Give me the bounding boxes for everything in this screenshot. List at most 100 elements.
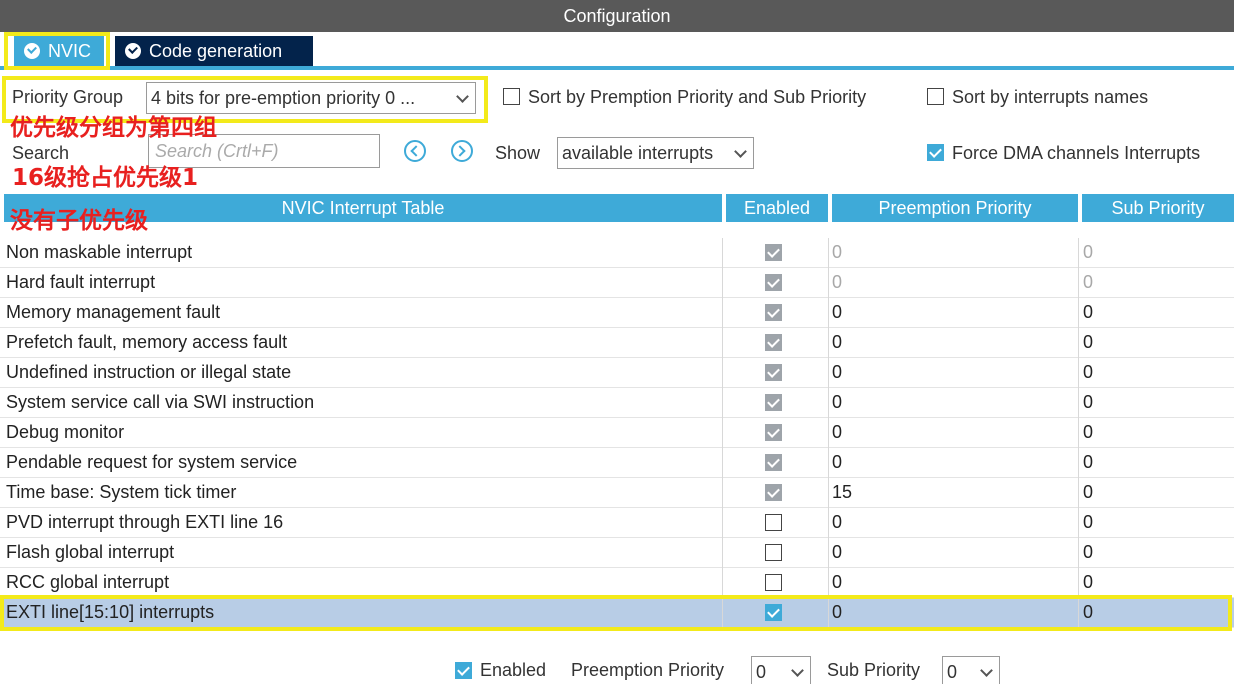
column-divider: [1078, 238, 1079, 268]
interrupt-name: Non maskable interrupt: [6, 242, 193, 262]
header-sub-priority[interactable]: Sub Priority: [1082, 194, 1234, 222]
footer-sub-select[interactable]: 0: [942, 656, 1000, 684]
preemption-priority-cell[interactable]: 0: [832, 332, 842, 353]
enabled-checkbox[interactable]: [765, 544, 782, 561]
table-row[interactable]: Non maskable interrupt 0 0: [0, 238, 1234, 268]
column-divider: [1078, 268, 1079, 298]
show-label: Show: [495, 143, 541, 163]
sub-priority-cell[interactable]: 0: [1083, 362, 1093, 383]
column-divider: [828, 358, 829, 388]
enabled-checkbox: [765, 454, 782, 471]
column-divider: [1078, 478, 1079, 508]
enabled-checkbox: [765, 274, 782, 291]
preemption-priority-cell[interactable]: 0: [832, 542, 842, 563]
interrupt-name: Time base: System tick timer: [6, 482, 237, 502]
footer-preemption-value: 0: [756, 662, 767, 682]
chevron-down-icon: [734, 145, 747, 158]
column-divider: [722, 478, 723, 508]
show-select[interactable]: available interrupts: [557, 137, 754, 169]
enabled-checkbox: [765, 334, 782, 351]
column-divider: [828, 268, 829, 298]
sub-priority-cell[interactable]: 0: [1083, 242, 1093, 263]
interrupt-name: Memory management fault: [6, 302, 221, 322]
sub-priority-cell[interactable]: 0: [1083, 332, 1093, 353]
preemption-priority-cell[interactable]: 0: [832, 452, 842, 473]
force-dma-checkbox[interactable]: [927, 144, 944, 161]
sub-priority-cell[interactable]: 0: [1083, 542, 1093, 563]
nvic-tab-highlight: [4, 32, 110, 70]
table-row[interactable]: Hard fault interrupt 0 0: [0, 268, 1234, 298]
table-row[interactable]: PVD interrupt through EXTI line 16 0 0: [0, 508, 1234, 538]
column-divider: [828, 328, 829, 358]
table-row[interactable]: Undefined instruction or illegal state 0 0: [0, 358, 1234, 388]
sort-by-names-checkbox[interactable]: [927, 88, 944, 105]
column-divider: [722, 508, 723, 538]
preemption-priority-cell[interactable]: 0: [832, 272, 842, 293]
sub-priority-cell[interactable]: 0: [1083, 572, 1093, 593]
table-row[interactable]: Prefetch fault, memory access fault 0 0: [0, 328, 1234, 358]
column-divider: [1078, 328, 1079, 358]
interrupt-name: Pendable request for system service: [6, 452, 298, 472]
tab-underline: [0, 66, 1234, 70]
preemption-priority-cell[interactable]: 0: [832, 422, 842, 443]
column-divider: [828, 448, 829, 478]
column-divider: [722, 538, 723, 568]
sub-priority-cell[interactable]: 0: [1083, 392, 1093, 413]
preemption-priority-cell[interactable]: 0: [832, 572, 842, 593]
preemption-priority-cell[interactable]: 0: [832, 362, 842, 383]
table-row[interactable]: Pendable request for system service 0 0: [0, 448, 1234, 478]
preemption-priority-cell[interactable]: 0: [832, 302, 842, 323]
footer-enabled-label: Enabled: [480, 660, 547, 680]
header-enabled[interactable]: Enabled: [726, 194, 828, 222]
sub-priority-cell[interactable]: 0: [1083, 302, 1093, 323]
enabled-checkbox[interactable]: [765, 514, 782, 531]
column-divider: [722, 268, 723, 298]
preemption-priority-cell[interactable]: 0: [832, 392, 842, 413]
table-row[interactable]: RCC global interrupt 0 0: [0, 568, 1234, 598]
column-divider: [722, 568, 723, 598]
column-divider: [1078, 388, 1079, 418]
next-icon[interactable]: [451, 140, 473, 162]
sort-by-priority-checkbox[interactable]: [503, 88, 520, 105]
sub-priority-cell[interactable]: 0: [1083, 272, 1093, 293]
header-preemption-priority[interactable]: Preemption Priority: [832, 194, 1078, 222]
preemption-priority-cell[interactable]: 0: [832, 242, 842, 263]
enabled-checkbox: [765, 244, 782, 261]
column-divider: [722, 358, 723, 388]
footer-enabled-checkbox[interactable]: [455, 662, 472, 679]
sort-by-names-label: Sort by interrupts names: [952, 87, 1149, 107]
column-divider: [828, 478, 829, 508]
footer-preemption-select[interactable]: 0: [751, 656, 811, 684]
sort-by-priority-label: Sort by Premption Priority and Sub Prior…: [528, 87, 867, 107]
interrupt-name: System service call via SWI instruction: [6, 392, 315, 412]
table-row[interactable]: System service call via SWI instruction 0…: [0, 388, 1234, 418]
preemption-priority-cell[interactable]: 0: [832, 512, 842, 533]
table-row[interactable]: Memory management fault 0 0: [0, 298, 1234, 328]
column-divider: [722, 238, 723, 268]
table-row[interactable]: Time base: System tick timer 15 0: [0, 478, 1234, 508]
column-divider: [828, 538, 829, 568]
column-divider: [722, 448, 723, 478]
column-divider: [722, 298, 723, 328]
sub-priority-cell[interactable]: 0: [1083, 512, 1093, 533]
footer-sub-value: 0: [947, 662, 958, 682]
previous-icon[interactable]: [404, 140, 426, 162]
table-row[interactable]: Flash global interrupt 0 0: [0, 538, 1234, 568]
enabled-checkbox: [765, 304, 782, 321]
chevron-down-icon: [791, 664, 804, 677]
enabled-checkbox: [765, 484, 782, 501]
tab-code-generation[interactable]: Code generation: [115, 36, 313, 66]
column-divider: [1078, 568, 1079, 598]
interrupt-name: PVD interrupt through EXTI line 16: [6, 512, 284, 532]
enabled-checkbox[interactable]: [765, 574, 782, 591]
sub-priority-cell[interactable]: 0: [1083, 422, 1093, 443]
footer-sub-label: Sub Priority: [827, 660, 921, 680]
column-divider: [1078, 298, 1079, 328]
preemption-priority-cell[interactable]: 15: [832, 482, 852, 503]
column-divider: [828, 568, 829, 598]
sub-priority-cell[interactable]: 0: [1083, 482, 1093, 503]
sub-priority-cell[interactable]: 0: [1083, 452, 1093, 473]
check-circle-icon: [125, 43, 141, 59]
enabled-checkbox: [765, 364, 782, 381]
table-row[interactable]: Debug monitor 0 0: [0, 418, 1234, 448]
